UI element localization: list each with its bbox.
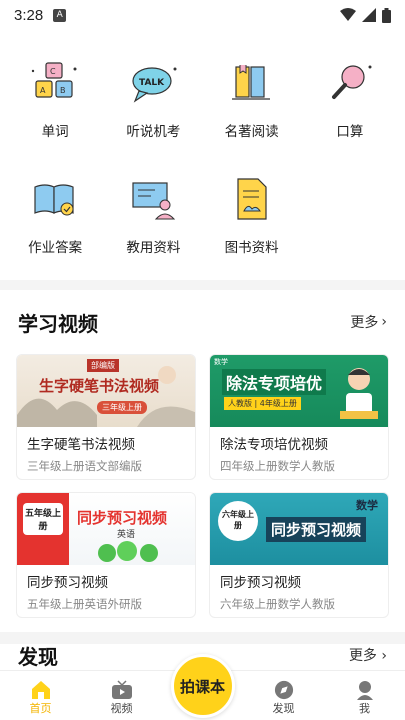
video-card-subtitle: 三年级上册语文部编版 — [27, 459, 142, 473]
video-thumb-tag-bottom: 三年级上册 — [97, 401, 147, 414]
compass-icon — [274, 680, 293, 700]
video-card-subtitle: 六年级上册数学人教版 — [220, 597, 335, 611]
nav-home[interactable]: 首页 — [0, 680, 81, 716]
video-card-title: 同步预习视频 — [220, 575, 301, 591]
tool-grid: C A B 单词 TALK 听说机考 名著阅读 口算 作业答案 教用资料 图书资料 — [0, 30, 405, 268]
video-thumbnail: 数学 除法专项培优 人教版 | 4年级上册 — [210, 355, 388, 427]
tool-homework-answers-label: 作业答案 — [28, 240, 83, 256]
tv-icon — [111, 680, 132, 699]
nav-video[interactable]: 视频 — [81, 680, 162, 716]
tool-teaching-materials[interactable]: 教用资料 — [104, 172, 202, 268]
video-card[interactable]: 五年级上册 同步预习视频 英语 同步预习视频 五年级上册英语外研版 — [16, 492, 196, 618]
video-thumb-title: 生字硬笔书法视频 — [39, 377, 160, 395]
bottom-nav: 首页 视频 拍课本 发现 我 — [0, 654, 405, 720]
svg-text:A: A — [40, 86, 46, 95]
magnifier-icon — [321, 56, 379, 112]
video-thumb-title: 同步预习视频 — [266, 517, 367, 542]
person-icon — [356, 681, 373, 700]
talk-bubble-icon: TALK — [124, 56, 182, 112]
tool-homework-answers[interactable]: 作业答案 — [6, 172, 104, 268]
books-icon — [223, 56, 281, 112]
svg-text:C: C — [50, 67, 56, 76]
notification-a-icon: A — [53, 8, 67, 22]
video-card[interactable]: 部编版 生字硬笔书法视频 三年级上册 生字硬笔书法视频 三年级上册语文部编版 — [16, 354, 196, 480]
video-thumb-tag-top: 数学 — [214, 358, 228, 366]
discover-more-label: 更多 — [348, 648, 377, 664]
home-icon — [31, 681, 50, 699]
tool-mental-math-label: 口算 — [336, 124, 364, 140]
nav-discover-label: 发现 — [272, 702, 295, 715]
video-card-title: 生字硬笔书法视频 — [27, 437, 135, 453]
video-thumbnail: 六年级上册 数学 同步预习视频 — [210, 493, 388, 565]
video-thumb-title: 同步预习视频 — [77, 509, 168, 527]
discover-title: 发现 — [18, 644, 58, 669]
tool-book-materials-label: 图书资料 — [224, 240, 279, 256]
video-thumb-tag-top: 五年级上册 — [23, 503, 63, 535]
video-thumb-title: 除法专项培优 — [222, 369, 327, 395]
video-thumb-tag-top: 部编版 — [87, 359, 119, 372]
svg-text:B: B — [60, 86, 66, 95]
videos-header: 学习视频 更多 › — [0, 290, 405, 354]
nav-me-label: 我 — [359, 702, 370, 715]
status-time: 3:28 — [14, 6, 44, 24]
videos-more-label: 更多 — [350, 315, 379, 331]
section-divider — [0, 280, 405, 290]
video-thumb-tag-bottom: 数学 — [356, 499, 378, 512]
video-card[interactable]: 数学 除法专项培优 人教版 | 4年级上册 除法专项培优视频 四年级上册数学人教… — [209, 354, 389, 480]
video-thumbnail: 部编版 生字硬笔书法视频 三年级上册 — [17, 355, 195, 427]
video-card-title: 除法专项培优视频 — [220, 437, 328, 453]
video-cards: 部编版 生字硬笔书法视频 三年级上册 生字硬笔书法视频 三年级上册语文部编版 数… — [0, 354, 405, 618]
scan-textbook-button[interactable]: 拍课本 — [170, 654, 235, 718]
battery-icon — [382, 7, 391, 23]
teacher-board-icon — [124, 172, 182, 228]
status-bar: 3:28 A — [0, 0, 405, 30]
tool-word-label: 单词 — [41, 124, 69, 140]
tool-word[interactable]: C A B 单词 — [6, 56, 104, 152]
discover-more-link[interactable]: 更多 › — [349, 645, 387, 665]
tool-mental-math[interactable]: 口算 — [301, 56, 399, 152]
scan-textbook-label: 拍课本 — [179, 677, 225, 696]
nav-discover[interactable]: 发现 — [243, 680, 324, 716]
tool-classic-reading-label: 名著阅读 — [224, 124, 279, 140]
video-card-title: 同步预习视频 — [27, 575, 108, 591]
nav-home-label: 首页 — [29, 702, 52, 715]
nav-me[interactable]: 我 — [324, 680, 405, 716]
document-icon — [223, 172, 281, 228]
video-thumb-tag-bottom: 人教版 | 4年级上册 — [224, 397, 301, 410]
tool-listening-exam-label: 听说机考 — [126, 124, 181, 140]
word-blocks-icon: C A B — [26, 56, 84, 112]
open-book-check-icon — [26, 172, 84, 228]
tool-book-materials[interactable]: 图书资料 — [203, 172, 301, 268]
svg-text:TALK: TALK — [139, 78, 165, 88]
video-card-subtitle: 四年级上册数学人教版 — [220, 459, 335, 473]
videos-more-link[interactable]: 更多 › — [350, 312, 387, 332]
video-card-subtitle: 五年级上册英语外研版 — [27, 597, 142, 611]
tool-listening-exam[interactable]: TALK 听说机考 — [104, 56, 202, 152]
video-thumbnail: 五年级上册 同步预习视频 英语 — [17, 493, 195, 565]
signal-icon — [362, 8, 376, 22]
tool-classic-reading[interactable]: 名著阅读 — [203, 56, 301, 152]
trees-icon — [98, 541, 158, 562]
student-illustration-icon — [340, 368, 378, 419]
tool-teaching-materials-label: 教用资料 — [126, 240, 181, 256]
video-card[interactable]: 六年级上册 数学 同步预习视频 同步预习视频 六年级上册数学人教版 — [209, 492, 389, 618]
chevron-right-icon: › — [381, 314, 387, 330]
video-thumb-tag-bottom: 英语 — [117, 530, 136, 540]
videos-title: 学习视频 — [18, 311, 98, 336]
wifi-icon — [340, 8, 356, 21]
video-thumb-tag-top: 六年级上册 — [222, 510, 254, 530]
status-icons — [340, 7, 391, 23]
nav-video-label: 视频 — [110, 702, 133, 715]
